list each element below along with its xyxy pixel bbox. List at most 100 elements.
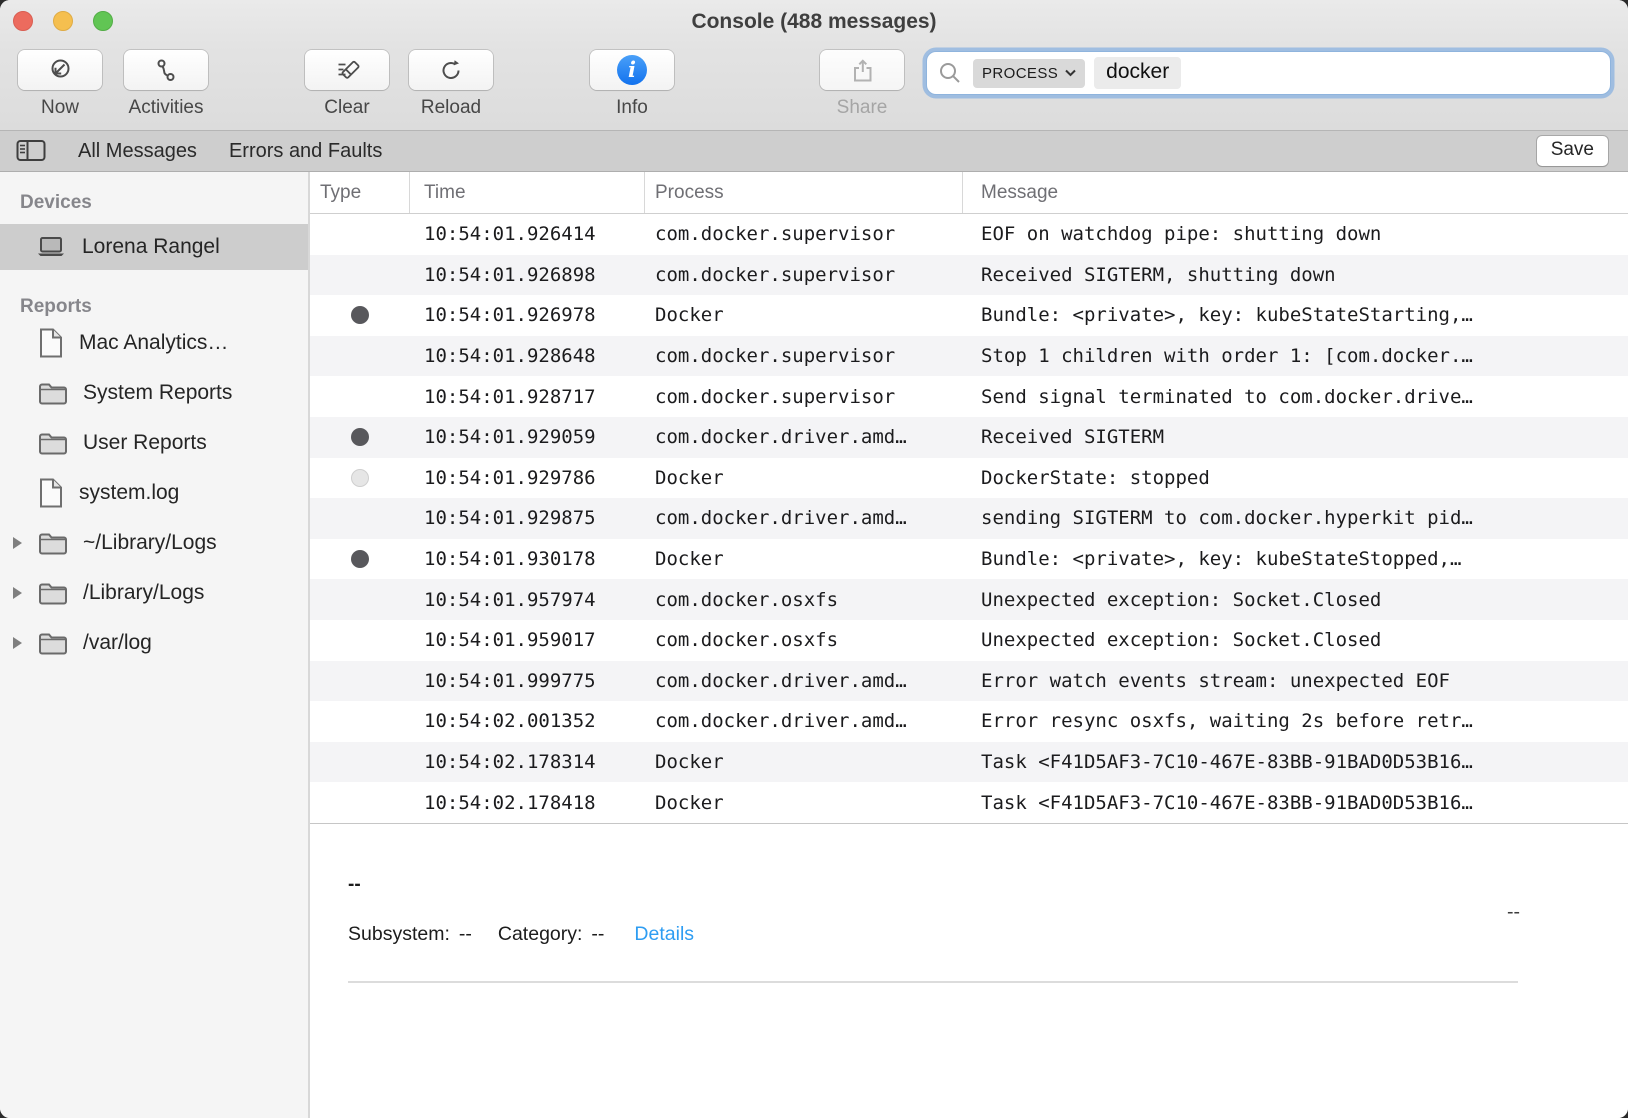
row-time: 10:54:02.178418	[410, 792, 645, 814]
column-header-time[interactable]: Time	[410, 172, 645, 213]
folder-icon	[38, 531, 68, 555]
row-message: DockerState: stopped	[963, 467, 1628, 489]
row-process: com.docker.supervisor	[645, 345, 963, 367]
details-link[interactable]: Details	[634, 923, 694, 946]
row-message: Task <F41D5AF3-7C10-467E-83BB-91BAD0D53B…	[963, 792, 1628, 814]
row-message: Task <F41D5AF3-7C10-467E-83BB-91BAD0D53B…	[963, 751, 1628, 773]
subsystem-label: Subsystem:	[348, 923, 450, 946]
disclosure-triangle-icon[interactable]	[13, 587, 22, 599]
row-time: 10:54:01.926414	[410, 223, 645, 245]
search-field[interactable]: PROCESS docker	[927, 52, 1610, 94]
zoom-button[interactable]	[93, 11, 113, 31]
tab-all-messages[interactable]: All Messages	[78, 140, 197, 163]
search-icon	[937, 60, 963, 86]
sidebar-item-label: User Reports	[83, 431, 207, 455]
subsystem-value: --	[459, 923, 472, 946]
row-process: com.docker.osxfs	[645, 589, 963, 611]
row-time: 10:54:01.957974	[410, 589, 645, 611]
row-process: Docker	[645, 548, 963, 570]
close-button[interactable]	[13, 11, 33, 31]
table-row[interactable]: 10:54:01.928648 com.docker.supervisor St…	[310, 336, 1628, 377]
table-row[interactable]: 10:54:02.178314 Docker Task <F41D5AF3-7C…	[310, 742, 1628, 783]
table-row[interactable]: 10:54:01.959017 com.docker.osxfs Unexpec…	[310, 620, 1628, 661]
minimize-button[interactable]	[53, 11, 73, 31]
table-row[interactable]: 10:54:01.999775 com.docker.driver.amd… E…	[310, 661, 1628, 702]
table-row[interactable]: 10:54:01.929875 com.docker.driver.amd… s…	[310, 498, 1628, 539]
sidebar-item-library-logs[interactable]: /Library/Logs	[0, 568, 308, 618]
tab-errors-and-faults[interactable]: Errors and Faults	[229, 140, 382, 163]
sidebar-item-label: /var/log	[83, 631, 152, 655]
share-button[interactable]: Share	[820, 50, 904, 119]
sidebar-item-device[interactable]: Lorena Rangel	[0, 224, 308, 270]
disclosure-triangle-icon[interactable]	[13, 637, 22, 649]
sidebar-item-label: /Library/Logs	[83, 581, 204, 605]
titlebar: Console (488 messages)	[0, 0, 1628, 44]
save-button[interactable]: Save	[1537, 136, 1608, 166]
search-filter-label: PROCESS	[982, 65, 1058, 82]
sidebar-item-system-reports[interactable]: System Reports	[0, 368, 308, 418]
row-process: com.docker.driver.amd…	[645, 710, 963, 732]
row-time: 10:54:01.928648	[410, 345, 645, 367]
reload-label: Reload	[421, 97, 481, 119]
search-filter-token[interactable]: PROCESS	[973, 59, 1085, 88]
reload-button[interactable]: Reload	[409, 50, 493, 119]
device-name: Lorena Rangel	[82, 235, 220, 259]
table-row[interactable]: 10:54:01.926978 Docker Bundle: <private>…	[310, 295, 1628, 336]
table-row[interactable]: 10:54:01.929059 com.docker.driver.amd… R…	[310, 417, 1628, 458]
table-row[interactable]: 10:54:01.928717 com.docker.supervisor Se…	[310, 376, 1628, 417]
row-time: 10:54:01.929786	[410, 467, 645, 489]
clear-label: Clear	[324, 97, 369, 119]
document-icon	[38, 328, 64, 358]
row-process: com.docker.osxfs	[645, 629, 963, 651]
row-time: 10:54:01.959017	[410, 629, 645, 651]
document-icon	[38, 478, 64, 508]
search-query-token[interactable]: docker	[1094, 57, 1181, 89]
row-message: Received SIGTERM, shutting down	[963, 264, 1628, 286]
console-window: Console (488 messages) Now Activities	[0, 0, 1628, 1118]
sidebar: Devices Lorena Rangel Reports Mac Analyt…	[0, 172, 310, 1118]
laptop-icon	[36, 236, 66, 258]
info-button[interactable]: i Info	[590, 50, 674, 119]
sidebar-toggle-button[interactable]	[16, 139, 46, 163]
sidebar-item-var-log[interactable]: /var/log	[0, 618, 308, 668]
row-process: Docker	[645, 304, 963, 326]
table-row[interactable]: 10:54:02.178418 Docker Task <F41D5AF3-7C…	[310, 782, 1628, 823]
row-message: Received SIGTERM	[963, 426, 1628, 448]
row-time: 10:54:01.930178	[410, 548, 645, 570]
disclosure-triangle-icon[interactable]	[13, 537, 22, 549]
now-button[interactable]: Now	[18, 50, 102, 119]
row-time: 10:54:01.999775	[410, 670, 645, 692]
sidebar-item-label: Mac Analytics…	[79, 331, 228, 355]
column-header-message[interactable]: Message	[963, 172, 1628, 213]
folder-icon	[38, 431, 68, 455]
row-message: Send signal terminated to com.docker.dri…	[963, 386, 1628, 408]
log-level-dot	[351, 469, 369, 487]
table-row[interactable]: 10:54:01.926414 com.docker.supervisor EO…	[310, 214, 1628, 255]
table-row[interactable]: 10:54:01.957974 com.docker.osxfs Unexpec…	[310, 579, 1628, 620]
column-header-type[interactable]: Type	[310, 172, 410, 213]
table-row[interactable]: 10:54:01.929786 Docker DockerState: stop…	[310, 458, 1628, 499]
sidebar-item-user-library-logs[interactable]: ~/Library/Logs	[0, 518, 308, 568]
reload-icon	[438, 57, 464, 83]
log-level-dot	[351, 306, 369, 324]
sidebar-item-system-log[interactable]: system.log	[0, 468, 308, 518]
column-header-process[interactable]: Process	[645, 172, 963, 213]
row-process: com.docker.driver.amd…	[645, 426, 963, 448]
clear-button[interactable]: Clear	[305, 50, 389, 119]
folder-icon	[38, 581, 68, 605]
sidebar-item-user-reports[interactable]: User Reports	[0, 418, 308, 468]
row-message: Error resync osxfs, waiting 2s before re…	[963, 710, 1628, 732]
activities-button[interactable]: Activities	[124, 50, 208, 119]
row-time: 10:54:02.178314	[410, 751, 645, 773]
log-pane: Type Time Process Message 10:54:01.92641…	[310, 172, 1628, 1118]
row-message: sending SIGTERM to com.docker.hyperkit p…	[963, 507, 1628, 529]
row-message: EOF on watchdog pipe: shutting down	[963, 223, 1628, 245]
table-row[interactable]: 10:54:01.930178 Docker Bundle: <private>…	[310, 539, 1628, 580]
sidebar-reports-header: Reports	[0, 296, 308, 318]
row-time: 10:54:02.001352	[410, 710, 645, 732]
traffic-lights	[13, 11, 113, 31]
table-row[interactable]: 10:54:01.926898 com.docker.supervisor Re…	[310, 255, 1628, 296]
table-row[interactable]: 10:54:02.001352 com.docker.driver.amd… E…	[310, 701, 1628, 742]
chevron-down-icon	[1065, 69, 1076, 77]
sidebar-item-mac-analytics[interactable]: Mac Analytics…	[0, 318, 308, 368]
